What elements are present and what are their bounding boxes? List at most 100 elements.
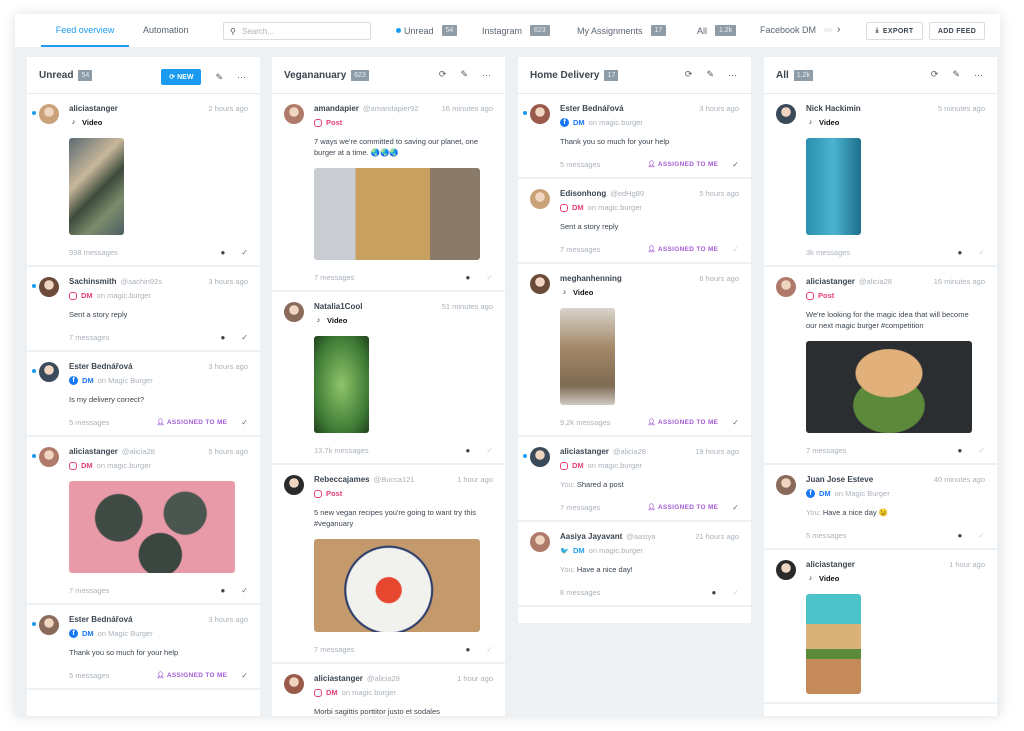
feed-item[interactable]: aliciastanger 1 hour ago ♪ Video <box>764 550 997 704</box>
message-count[interactable]: 13,7k messages <box>314 446 369 455</box>
check-icon[interactable]: ✓ <box>978 446 985 455</box>
message-count[interactable]: 7 messages <box>560 503 600 512</box>
assigned-badge[interactable]: 👤︎ ASSIGNED TO ME <box>156 671 227 679</box>
check-icon[interactable]: ✓ <box>732 160 739 169</box>
media-thumbnail[interactable] <box>69 481 235 573</box>
media-thumbnail[interactable] <box>314 168 480 260</box>
author-name[interactable]: Ester Bednářová <box>69 615 133 624</box>
more-icon[interactable]: ··· <box>482 70 491 80</box>
avatar[interactable] <box>530 447 550 467</box>
author-name[interactable]: aliciastanger <box>69 104 118 113</box>
avatar[interactable] <box>284 302 304 322</box>
avatar[interactable] <box>284 475 304 495</box>
media-thumbnail[interactable] <box>314 539 480 632</box>
feed-item[interactable]: Natalia1Cool 51 minutes ago ♪ Video 13,7… <box>272 292 505 465</box>
message-count[interactable]: 5 messages <box>806 531 846 540</box>
author-name[interactable]: Natalia1Cool <box>314 302 362 311</box>
edit-icon[interactable]: ✎ <box>460 69 468 80</box>
feed-item[interactable]: meghanhenning 6 hours ago ♪ Video 9,2k m… <box>518 264 751 437</box>
author-name[interactable]: amandapier <box>314 104 359 113</box>
author-name[interactable]: Nick Hackimin <box>806 104 861 113</box>
more-icon[interactable]: ··· <box>728 70 737 80</box>
media-thumbnail[interactable] <box>314 336 369 433</box>
assigned-badge[interactable]: 👤︎ ASSIGNED TO ME <box>647 503 718 511</box>
author-name[interactable]: Edisonhong <box>560 189 606 198</box>
message-count[interactable]: 9,2k messages <box>560 418 610 427</box>
author-name[interactable]: Ester Bednářová <box>69 362 133 371</box>
message-count[interactable]: 7 messages <box>560 245 600 254</box>
check-icon[interactable]: ✓ <box>732 503 739 512</box>
tab-feed-overview[interactable]: Feed overview <box>41 14 129 47</box>
assign-person-icon[interactable]: ● <box>957 446 962 455</box>
refresh-icon[interactable]: ⟳ <box>439 69 447 80</box>
assigned-badge[interactable]: 👤︎ ASSIGNED TO ME <box>156 418 227 426</box>
edit-icon[interactable]: ✎ <box>952 69 960 80</box>
message-count[interactable]: 3k messages <box>806 248 850 257</box>
avatar[interactable] <box>776 475 796 495</box>
avatar[interactable] <box>39 104 59 124</box>
feed-item[interactable]: Aasiya Jayavant @aasiya 21 hours ago 🐦 D… <box>518 522 751 607</box>
assign-person-icon[interactable]: ● <box>220 333 225 342</box>
check-icon[interactable]: ✓ <box>978 248 985 257</box>
author-name[interactable]: Aasiya Jayavant <box>560 532 622 541</box>
author-name[interactable]: aliciastanger <box>806 560 855 569</box>
check-icon[interactable]: ✓ <box>241 248 248 257</box>
message-count[interactable]: 5 messages <box>69 671 109 680</box>
author-name[interactable]: aliciastanger <box>560 447 609 456</box>
avatar[interactable] <box>530 189 550 209</box>
assign-person-icon[interactable]: ● <box>220 248 225 257</box>
message-count[interactable]: 7 messages <box>69 586 109 595</box>
feed-item[interactable]: Ester Bednářová 3 hours ago f DM on Magi… <box>27 605 260 690</box>
message-count[interactable]: 7 messages <box>806 446 846 455</box>
feed-item[interactable]: aliciastanger @alicia28 5 hours ago DM o… <box>27 437 260 605</box>
feed-item[interactable]: Sachinsmith @sachin92s 3 hours ago DM on… <box>27 267 260 352</box>
feed-item[interactable]: aliciastanger @alicia28 1 hour ago DM on… <box>272 664 505 716</box>
search-input[interactable]: ⚲ Search... <box>223 22 371 40</box>
refresh-icon[interactable]: ⟳ <box>685 69 693 80</box>
feed-item[interactable]: Rebeccajames @Bucca121 1 hour ago Post 5… <box>272 465 505 664</box>
check-icon[interactable]: ✓ <box>486 645 493 654</box>
new-button[interactable]: ⟳ NEW <box>161 69 202 85</box>
media-thumbnail[interactable] <box>806 594 861 694</box>
avatar[interactable] <box>39 615 59 635</box>
check-icon[interactable]: ✓ <box>241 333 248 342</box>
message-count[interactable]: 938 messages <box>69 248 118 257</box>
author-name[interactable]: Ester Bednářová <box>560 104 624 113</box>
message-count[interactable]: 7 messages <box>69 333 109 342</box>
feed-item[interactable]: aliciastanger @alicia28 16 minutes ago P… <box>764 267 997 465</box>
author-name[interactable]: aliciastanger <box>314 674 363 683</box>
avatar[interactable] <box>39 277 59 297</box>
more-icon[interactable]: ··· <box>237 72 246 82</box>
media-thumbnail[interactable] <box>806 341 972 433</box>
author-name[interactable]: Juan Jose Esteve <box>806 475 873 484</box>
check-icon[interactable]: ✓ <box>732 418 739 427</box>
author-name[interactable]: Sachinsmith <box>69 277 117 286</box>
assign-person-icon[interactable]: ● <box>465 446 470 455</box>
media-thumbnail[interactable] <box>560 308 615 405</box>
assign-person-icon[interactable]: ● <box>957 248 962 257</box>
avatar[interactable] <box>776 277 796 297</box>
feed-tab-instagram[interactable]: Instagram 623 <box>482 25 550 36</box>
feed-item[interactable]: amandapier @amandapier92 16 minutes ago … <box>272 94 505 292</box>
author-name[interactable]: Rebeccajames <box>314 475 370 484</box>
check-icon[interactable]: ✓ <box>486 273 493 282</box>
chevron-right-icon[interactable]: › <box>837 24 840 35</box>
check-icon[interactable]: ✓ <box>732 245 739 254</box>
feed-item[interactable]: Ester Bednářová 3 hours ago f DM on Magi… <box>27 352 260 437</box>
feed-item[interactable]: aliciastanger @alicia28 19 hours ago DM … <box>518 437 751 522</box>
avatar[interactable] <box>776 560 796 580</box>
avatar[interactable] <box>530 104 550 124</box>
avatar[interactable] <box>284 674 304 694</box>
tab-automation[interactable]: Automation <box>143 14 189 47</box>
assign-person-icon[interactable]: ● <box>220 586 225 595</box>
avatar[interactable] <box>39 362 59 382</box>
avatar[interactable] <box>530 274 550 294</box>
edit-icon[interactable]: ✎ <box>215 72 223 83</box>
feed-item[interactable]: Juan Jose Esteve 40 minutes ago f DM on … <box>764 465 997 550</box>
feed-tab-my-assignments[interactable]: My Assignments 17 <box>577 25 667 36</box>
export-button[interactable]: ⤓ EXPORT <box>866 22 923 40</box>
feed-item[interactable]: Ester Bednářová 3 hours ago f DM on magi… <box>518 94 751 179</box>
media-thumbnail[interactable] <box>806 138 861 235</box>
feed-tab-all[interactable]: All 1.2k <box>697 25 737 36</box>
more-icon[interactable]: ··· <box>974 70 983 80</box>
